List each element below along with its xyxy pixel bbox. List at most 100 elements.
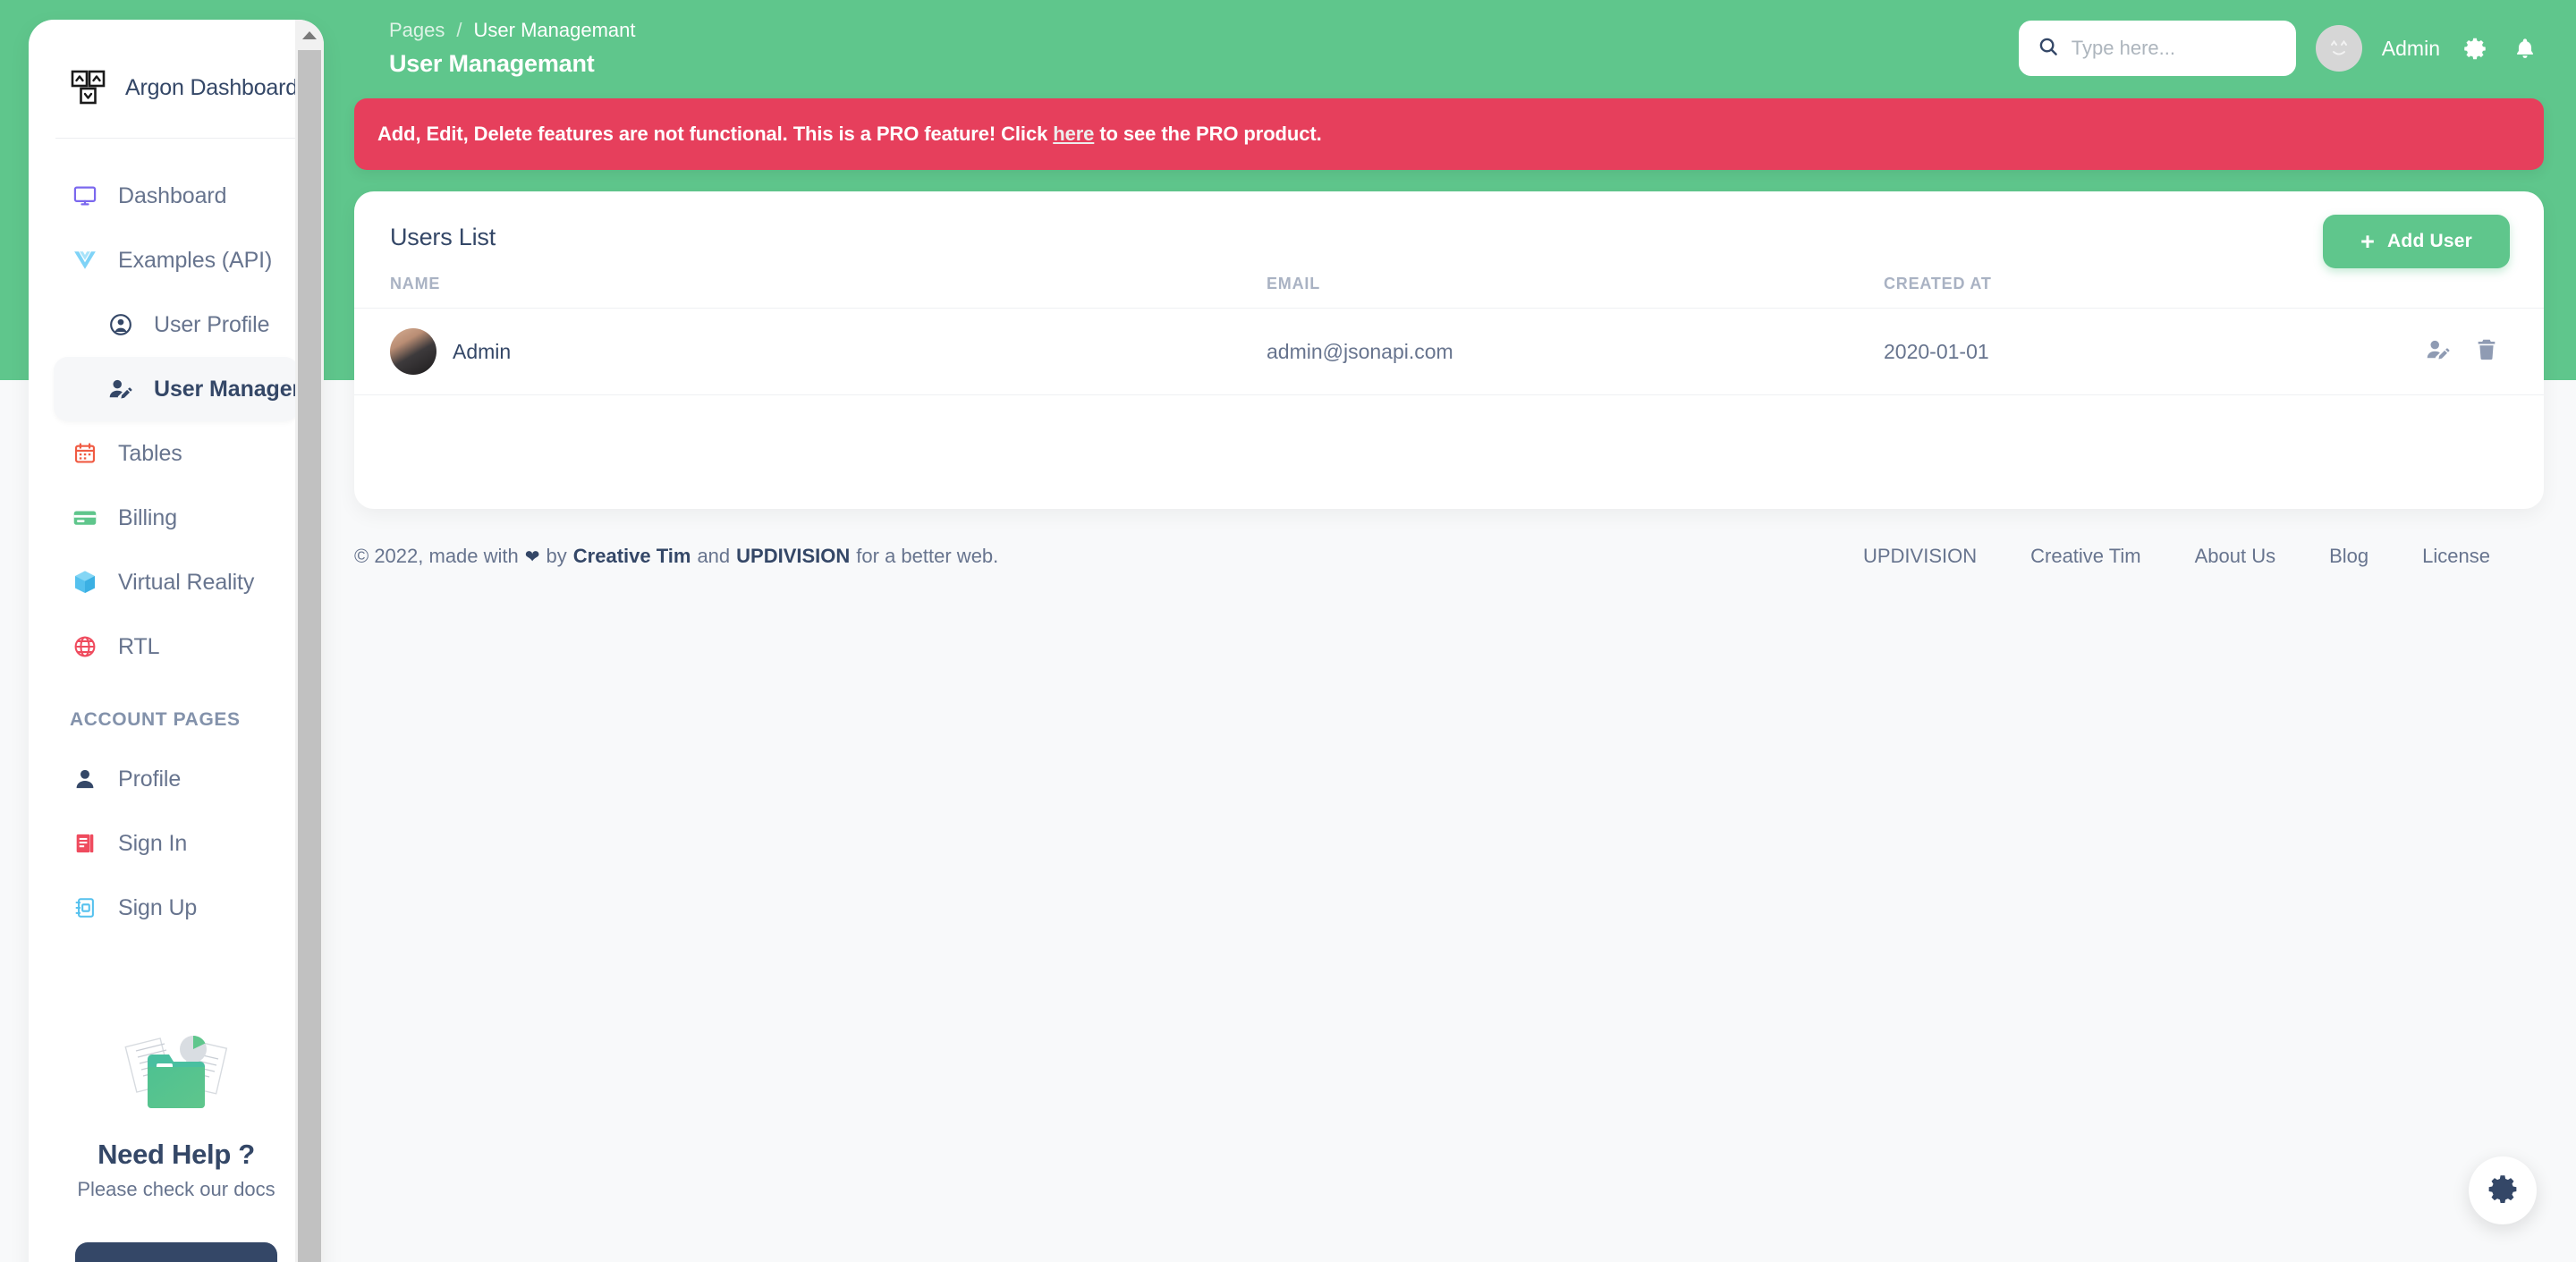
alert-text-before: Add, Edit, Delete features are not funct… [377, 123, 1053, 145]
add-user-label: Add User [2387, 231, 2472, 252]
column-header-email: EMAIL [1267, 275, 1884, 309]
heart-icon: ❤ [525, 546, 540, 568]
calendar-icon [70, 438, 100, 469]
top-navbar: Pages / User Managemant User Managemant [353, 0, 2576, 97]
breadcrumb-root[interactable]: Pages [389, 19, 445, 42]
user-created-at: 2020-01-01 [1884, 309, 2331, 395]
sidebar-item-label: Virtual Reality [118, 570, 254, 596]
sidebar-item-sign-up[interactable]: Sign Up [54, 876, 299, 940]
user-edit-icon[interactable] [2426, 338, 2451, 361]
users-list-card: Users List + Add User NAME EMAIL CREATED… [354, 191, 2544, 509]
sidebar-nav: Dashboard Examples (API) [29, 139, 324, 940]
sidebar-item-user-management[interactable]: User Management [54, 357, 299, 421]
footer-partner-link[interactable]: UPDIVISION [736, 545, 850, 568]
search-box[interactable] [2019, 21, 2296, 76]
column-header-created-at: CREATED AT [1884, 275, 2331, 309]
sidebar-item-sign-in[interactable]: Sign In [54, 811, 299, 876]
search-input[interactable] [2072, 37, 2277, 60]
bell-icon[interactable] [2510, 33, 2540, 64]
footer-link-creative-tim[interactable]: Creative Tim [2030, 545, 2140, 568]
sidebar-item-label: Billing [118, 505, 177, 531]
box-icon [70, 567, 100, 597]
alert-text: Add, Edit, Delete features are not funct… [377, 123, 1322, 146]
footer-link-about-us[interactable]: About Us [2195, 545, 2276, 568]
sidebar-item-tables[interactable]: Tables [54, 421, 299, 486]
topbar-actions: Admin [2019, 21, 2576, 76]
breadcrumb-separator: / [456, 19, 462, 42]
footer-by: by [547, 545, 567, 568]
trash-icon[interactable] [2476, 338, 2497, 361]
sidebar-item-label: User Profile [154, 312, 269, 338]
sidebar-item-label: Sign Up [118, 895, 197, 921]
alert-text-after: to see the PRO product. [1094, 123, 1321, 145]
user-email: admin@jsonapi.com [1267, 309, 1884, 395]
sidebar-scrollbar[interactable] [295, 20, 324, 1262]
credit-card-icon [70, 503, 100, 533]
sidebar-item-profile[interactable]: Profile [54, 747, 299, 811]
breadcrumb-current: User Managemant [474, 19, 636, 42]
book-icon [70, 828, 100, 859]
sidebar: Argon Dashboard 2 Dashboard [29, 20, 324, 1262]
gear-icon [2487, 1173, 2518, 1208]
footer-link-license[interactable]: License [2422, 545, 2490, 568]
table-head: NAME EMAIL CREATED AT [354, 275, 2544, 309]
sidebar-item-virtual-reality[interactable]: Virtual Reality [54, 550, 299, 614]
help-card-title: Need Help ? [75, 1139, 277, 1171]
column-header-name: NAME [354, 275, 1267, 309]
globe-icon [70, 631, 100, 662]
sidebar-item-label: Profile [118, 767, 181, 792]
footer-links: UPDIVISION Creative Tim About Us Blog Li… [1863, 545, 2544, 568]
card-title: Users List [390, 224, 496, 251]
sidebar-item-label: Sign In [118, 831, 187, 857]
app-root: Argon Dashboard 2 Dashboard [0, 0, 2576, 1262]
plus-icon: + [2360, 230, 2375, 254]
scrollbar-thumb[interactable] [298, 50, 321, 1262]
breadcrumb: Pages / User Managemant User Managemant [353, 19, 636, 78]
alert-here-link[interactable]: here [1053, 123, 1094, 145]
sidebar-item-label: Dashboard [118, 183, 226, 209]
user-name: Admin [453, 340, 511, 364]
folder-docs-icon [75, 1015, 277, 1122]
user-avatar-icon [390, 328, 436, 375]
sidebar-item-dashboard[interactable]: Dashboard [54, 164, 299, 228]
page-title: User Managemant [389, 50, 636, 78]
sidebar-item-user-profile[interactable]: User Profile [54, 292, 299, 357]
table-body: Admin admin@jsonapi.com 2020-01-01 [354, 309, 2544, 395]
topbar-user-name[interactable]: Admin [2382, 37, 2440, 61]
brand[interactable]: Argon Dashboard 2 [29, 20, 324, 118]
footer-and: and [697, 545, 730, 568]
sidebar-item-label: Examples (API) [118, 248, 272, 274]
sidebar-item-billing[interactable]: Billing [54, 486, 299, 550]
footer-author-link[interactable]: Creative Tim [573, 545, 691, 568]
documentation-button[interactable]: Documentation [75, 1242, 277, 1262]
sidebar-item-label: RTL [118, 634, 159, 660]
search-icon [2038, 36, 2059, 62]
sidebar-item-examples-api[interactable]: Examples (API) [54, 228, 299, 292]
card-header: Users List + Add User [354, 191, 2544, 251]
user-edit-icon [106, 374, 136, 404]
help-card-subtitle: Please check our docs [75, 1178, 277, 1201]
footer-copyright-prefix: © 2022, made with [354, 545, 519, 568]
sidebar-section-title: ACCOUNT PAGES [54, 679, 299, 747]
footer-copyright: © 2022, made with ❤ by Creative Tim and … [354, 545, 998, 568]
sidebar-help-card: Need Help ? Please check our docs Docume… [52, 979, 301, 1262]
settings-fab-button[interactable] [2469, 1156, 2537, 1224]
gear-icon[interactable] [2460, 33, 2490, 64]
cell-name: Admin [354, 309, 1267, 395]
caret-up-icon[interactable] [295, 20, 324, 50]
footer-link-updivision[interactable]: UPDIVISION [1863, 545, 1977, 568]
vue-icon [70, 245, 100, 275]
table-header-row: NAME EMAIL CREATED AT [354, 275, 2544, 309]
column-header-actions [2331, 275, 2544, 309]
table-row[interactable]: Admin admin@jsonapi.com 2020-01-01 [354, 309, 2544, 395]
users-table: NAME EMAIL CREATED AT Admin admin@jsonap… [354, 275, 2544, 395]
avatar[interactable] [2316, 25, 2362, 72]
footer-link-blog[interactable]: Blog [2329, 545, 2368, 568]
cell-actions [2331, 309, 2544, 395]
sidebar-item-rtl[interactable]: RTL [54, 614, 299, 679]
notebook-icon [70, 893, 100, 923]
sidebar-item-label: Tables [118, 441, 182, 467]
footer-suffix: for a better web. [856, 545, 998, 568]
user-circle-icon [106, 309, 136, 340]
add-user-button[interactable]: + Add User [2323, 215, 2510, 268]
